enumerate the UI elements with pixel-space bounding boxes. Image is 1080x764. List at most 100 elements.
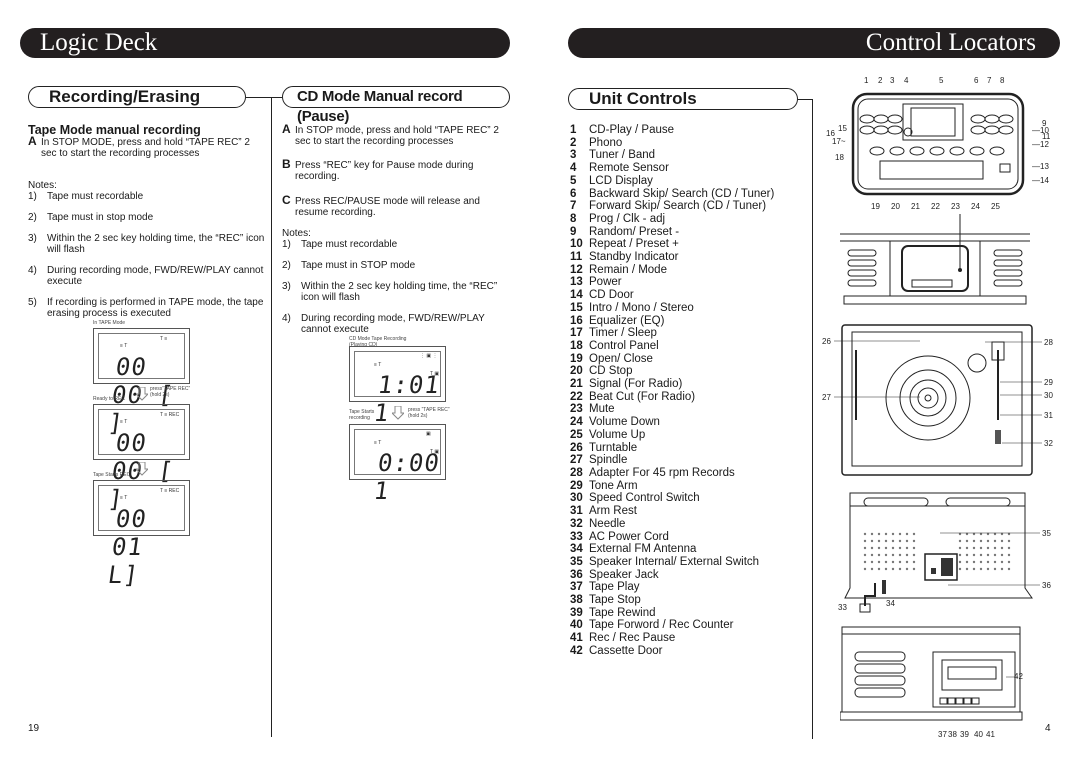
tape-notes: Notes: 1) Tape must recordable 2) Tape mus… [28, 180, 268, 329]
note-num: 1) [28, 191, 37, 202]
down-arrow-icon [136, 387, 148, 401]
control-label: Rec / Rec Pause [589, 632, 676, 645]
control-number: 18 [570, 339, 583, 352]
note-num: 2) [28, 212, 37, 223]
control-list-item: 33 AC Power Cord [570, 531, 774, 544]
svg-text:5: 5 [939, 76, 944, 85]
grille-hole [986, 567, 990, 571]
note-num: 2) [282, 260, 291, 271]
speaker-grille-left [863, 532, 916, 571]
grille-hole [877, 539, 881, 543]
control-number: 23 [570, 403, 583, 416]
lcd-indicator: T ≡ REC [160, 488, 180, 494]
control-number: 30 [570, 492, 583, 505]
grille-hole [965, 560, 969, 564]
control-number: 14 [570, 289, 583, 302]
control-list-item: 39 Tape Rewind [570, 607, 774, 620]
section-pill-recording: Recording/Erasing [28, 86, 246, 108]
control-label: Prog / Clk - adj [589, 212, 666, 225]
grille-hole [1007, 567, 1011, 571]
svg-text:42: 42 [1014, 672, 1023, 681]
grille-hole [884, 553, 888, 557]
grille-hole [877, 567, 881, 571]
grille-hole [891, 532, 895, 536]
column-divider [271, 97, 272, 737]
control-label: Volume Down [589, 416, 660, 429]
grille-hole [1000, 553, 1004, 557]
control-number: 20 [570, 365, 583, 378]
control-list-item: 29 Tone Arm [570, 480, 774, 493]
control-label: Adapter For 45 rpm Records [589, 466, 735, 479]
control-list-item: 3 Tuner / Band [570, 149, 774, 162]
grille-hole [863, 532, 867, 536]
grille-hole [877, 532, 881, 536]
grille-hole [965, 567, 969, 571]
grille-hole [912, 567, 916, 571]
grille-hole [972, 553, 976, 557]
control-list-item: 15 Intro / Mono / Stereo [570, 302, 774, 315]
grille-hole [1007, 539, 1011, 543]
svg-text:8: 8 [1000, 76, 1005, 85]
banner-title: Control Locators [865, 29, 1036, 56]
unit-front-view [840, 214, 1030, 305]
grille-hole [979, 560, 983, 564]
control-label: Speaker Jack [589, 568, 659, 581]
svg-text:27: 27 [822, 393, 831, 402]
page-number: 4 [1045, 723, 1051, 734]
press-label: press “TAPE REC” (hold 2s) [408, 407, 450, 419]
note-item: 3) Within the 2 sec key holding time, the… [282, 281, 517, 303]
speaker-grille-right [958, 532, 1011, 571]
control-list-item: 21 Signal (For Radio) [570, 378, 774, 391]
svg-text:17~: 17~ [832, 137, 846, 146]
control-number: 39 [570, 606, 583, 619]
note-item: 3) Within the 2 sec key holding time, the… [28, 233, 268, 255]
svg-text:30: 30 [1044, 391, 1053, 400]
control-label: Repeat / Preset + [589, 238, 679, 251]
section-pill-unit-controls: Unit Controls [568, 88, 798, 110]
control-number: 26 [570, 441, 583, 454]
grille-hole [891, 539, 895, 543]
note-text: During recording mode, FWD/REW/PLAY cann… [47, 265, 264, 287]
svg-text:18: 18 [835, 153, 844, 162]
grille-hole [972, 539, 976, 543]
step-text: In STOP MODE, press and hold “TAPE REC” … [41, 137, 250, 159]
grille-hole [912, 539, 916, 543]
control-list-item: 11 Standby Indicator [570, 251, 774, 264]
note-item: 4) During recording mode, FWD/REW/PLAY ca… [282, 313, 517, 335]
control-number: 9 [570, 225, 577, 238]
svg-text:31: 31 [1044, 411, 1053, 420]
grille-hole [958, 567, 962, 571]
note-text: Within the 2 sec key holding time, the “… [47, 233, 265, 255]
lcd-indicator: ≡ T [120, 419, 128, 425]
banner-title: Logic Deck [40, 29, 158, 56]
grille-hole [993, 560, 997, 564]
grille-hole [958, 539, 962, 543]
control-label: Phono [589, 136, 623, 149]
grille-hole [884, 567, 888, 571]
svg-text:35: 35 [1042, 529, 1051, 538]
note-text: If recording is performed in TAPE mode, … [47, 297, 264, 319]
svg-text:3: 3 [890, 76, 895, 85]
control-number: 38 [570, 594, 583, 607]
note-item: 2) Tape must in STOP mode [282, 260, 517, 271]
svg-text:24: 24 [971, 202, 980, 211]
control-label: CD Door [589, 289, 634, 302]
svg-text:33: 33 [838, 603, 847, 612]
cd-step-b: B Press “REC” key for Pause mode during … [282, 158, 512, 182]
svg-text:2: 2 [878, 76, 883, 85]
control-number: 4 [570, 162, 577, 175]
grille-hole [965, 539, 969, 543]
needle-icon [995, 430, 1001, 444]
lcd-indicator: ≡ T [120, 495, 128, 501]
control-number: 40 [570, 619, 583, 632]
control-list-item: 27 Spindle [570, 454, 774, 467]
control-list-item: 37 Tape Play [570, 581, 774, 594]
tape-mode-title: Tape Mode manual recording [28, 123, 201, 137]
svg-text:7: 7 [987, 76, 992, 85]
control-number: 13 [570, 276, 583, 289]
figure-caption: Tape Starts recording [349, 409, 375, 421]
grille-hole [912, 560, 916, 564]
control-label: AC Power Cord [589, 530, 669, 543]
lcd-indicator: T ≡ [160, 336, 168, 342]
grille-hole [979, 546, 983, 550]
